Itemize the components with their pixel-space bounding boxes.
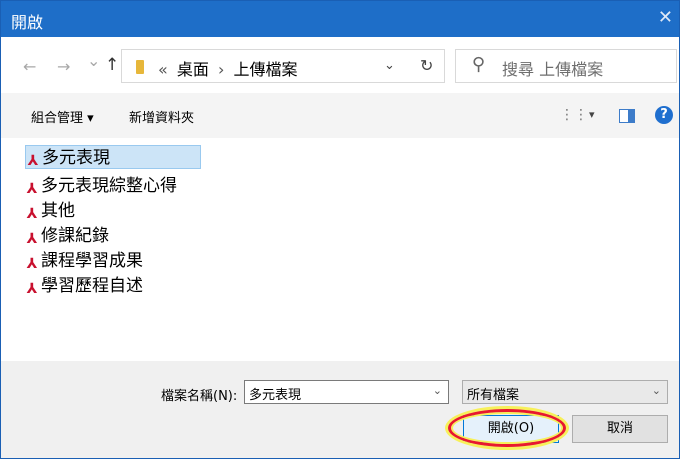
open-button-highlight-ring: [448, 409, 566, 447]
list-item[interactable]: ⅄ 學習歷程自述: [25, 274, 201, 298]
address-dropdown-icon[interactable]: ⌄: [384, 58, 395, 73]
new-folder-button[interactable]: 新增資料夾: [129, 107, 194, 126]
view-options-icon[interactable]: ⋮⋮: [560, 107, 588, 123]
window-title: 開啟: [11, 13, 44, 32]
breadcrumb-separator-icon[interactable]: ›: [218, 60, 224, 79]
folder-icon: [136, 60, 144, 74]
search-box[interactable]: ⚲ 搜尋 上傳檔案: [455, 49, 677, 83]
file-name: 學習歷程自述: [41, 276, 143, 296]
pdf-file-icon: ⅄: [26, 181, 38, 197]
filetype-dropdown-icon[interactable]: ⌄: [652, 384, 661, 397]
filetype-value: 所有檔案: [467, 388, 520, 403]
pdf-file-icon: ⅄: [26, 256, 38, 272]
filetype-select[interactable]: 所有檔案 ⌄: [462, 380, 668, 404]
list-item[interactable]: ⅄ 多元表現: [25, 145, 201, 169]
pdf-file-icon: ⅄: [27, 153, 39, 169]
list-item[interactable]: ⅄ 其他: [25, 199, 201, 223]
file-name: 修課紀錄: [41, 226, 109, 246]
breadcrumb: « 桌面 › 上傳檔案: [154, 56, 298, 80]
refresh-icon[interactable]: ↻: [420, 56, 433, 75]
cancel-button[interactable]: 取消: [572, 415, 668, 443]
address-row: ← → ⌄ ↑ « 桌面 › 上傳檔案 ⌄ ↻ ⚲ 搜尋 上傳檔案: [1, 37, 679, 93]
help-icon[interactable]: ?: [655, 106, 673, 124]
filename-label: 檔案名稱(N):: [161, 389, 238, 404]
breadcrumb-desktop[interactable]: 桌面: [177, 60, 209, 79]
command-toolbar: 組合管理 ▾ 新增資料夾 ⋮⋮ ▾ ?: [1, 93, 679, 139]
dialog-footer: 檔案名稱(N): 多元表現 ⌄ 所有檔案 ⌄ 開啟(O) 取消: [1, 361, 679, 458]
filename-dropdown-icon[interactable]: ⌄: [433, 384, 442, 397]
pdf-file-icon: ⅄: [26, 281, 38, 297]
file-list: ⅄ 多元表現 ⅄ 多元表現綜整心得 ⅄ 其他 ⅄ 修課紀錄 ⅄ 課程學習成果 ⅄ 學習歷程自…: [1, 138, 679, 361]
search-icon: ⚲: [472, 54, 486, 75]
recent-locations-icon[interactable]: ⌄: [87, 51, 100, 70]
file-name: 其他: [41, 201, 75, 221]
forward-arrow-icon[interactable]: →: [57, 57, 70, 76]
list-item[interactable]: ⅄ 修課紀錄: [25, 224, 201, 248]
file-name: 多元表現綜整心得: [41, 176, 177, 196]
list-item[interactable]: ⅄ 課程學習成果: [25, 249, 201, 273]
file-name: 多元表現: [42, 148, 110, 168]
view-dropdown-icon[interactable]: ▾: [589, 108, 595, 121]
back-arrow-icon[interactable]: ←: [23, 57, 36, 76]
address-bar[interactable]: « 桌面 › 上傳檔案 ⌄ ↻: [121, 49, 445, 83]
file-name: 課程學習成果: [41, 251, 143, 271]
list-item[interactable]: ⅄ 多元表現綜整心得: [25, 174, 201, 198]
open-file-dialog: 開啟 ✕ ← → ⌄ ↑ « 桌面 › 上傳檔案 ⌄ ↻ ⚲ 搜尋 上傳檔案 組…: [0, 0, 680, 459]
close-icon[interactable]: ✕: [658, 7, 673, 28]
preview-pane-icon[interactable]: [619, 109, 635, 123]
up-arrow-icon[interactable]: ↑: [105, 55, 119, 75]
organize-button[interactable]: 組合管理 ▾: [31, 107, 94, 126]
filename-value: 多元表現: [249, 388, 302, 403]
title-bar: 開啟 ✕: [1, 1, 679, 37]
search-input[interactable]: 搜尋 上傳檔案: [502, 56, 603, 80]
pdf-file-icon: ⅄: [26, 206, 38, 222]
pdf-file-icon: ⅄: [26, 231, 38, 247]
breadcrumb-upload-folder[interactable]: 上傳檔案: [234, 60, 298, 79]
filename-field[interactable]: 多元表現 ⌄: [244, 380, 449, 404]
breadcrumb-overflow-icon[interactable]: «: [158, 60, 168, 79]
